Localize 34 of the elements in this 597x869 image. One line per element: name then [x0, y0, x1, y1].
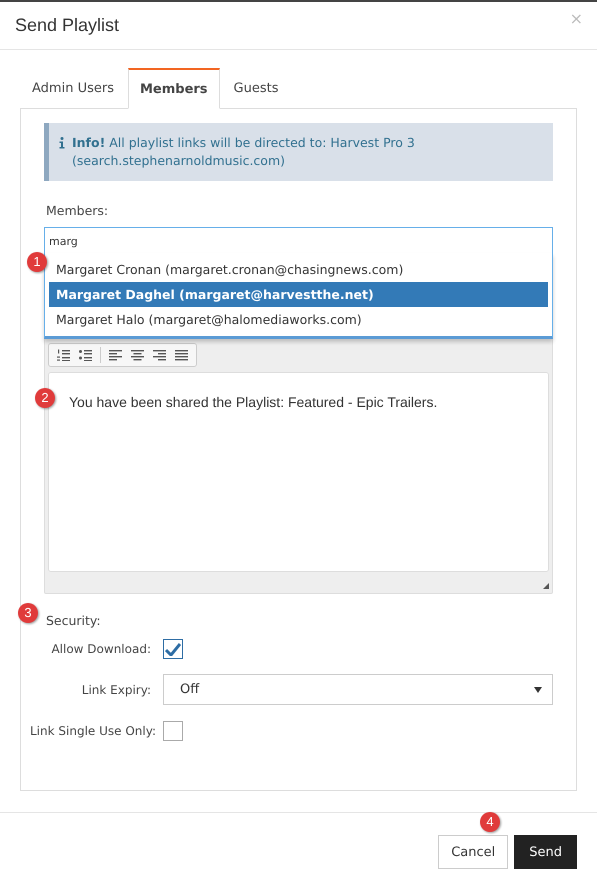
suggestion-item[interactable]: Margaret Halo (margaret@halomediaworks.com) [49, 307, 548, 332]
tab[interactable]: Members [128, 68, 220, 109]
numbered-list-icon [57, 349, 70, 361]
callout-badge: 1 [27, 252, 47, 272]
info-icon [59, 137, 65, 149]
field-label: Members: [46, 203, 110, 218]
suggestion-item[interactable]: Margaret Cronan (margaret.cronan@chasingnews.com) [49, 257, 548, 282]
checkbox[interactable] [163, 639, 183, 659]
send-button[interactable]: Send [514, 835, 577, 869]
dropdown-caret-icon [534, 686, 542, 692]
bullet-list-icon [79, 349, 92, 361]
suggestion-item[interactable]: Margaret Daghel (margaret@harvestthe.net) [49, 282, 548, 307]
expiry-select[interactable]: Off [163, 674, 553, 705]
align-center-icon [131, 349, 144, 361]
checkbox[interactable] [163, 721, 183, 741]
align-left-icon [109, 349, 122, 361]
callout-badge: 2 [35, 388, 55, 408]
checkmark-icon [165, 642, 181, 656]
callout-badge: 3 [18, 603, 38, 623]
cancel-button[interactable]: Cancel [438, 835, 508, 869]
field-label: Link Expiry: [80, 682, 152, 696]
members-field[interactable]: marg [44, 227, 553, 254]
message-editor[interactable]: You have been shared the Playlist: Featured - Epic Trailers. [48, 372, 549, 572]
tab[interactable]: Guests [222, 68, 291, 109]
align-right-icon [153, 349, 166, 361]
callout-badge: 4 [480, 812, 500, 832]
dialog-title: Send Playlist [15, 15, 120, 36]
justify-icon [175, 349, 188, 361]
section-label: Security: [46, 613, 102, 628]
tab[interactable]: Admin Users [20, 68, 126, 109]
resize-grip-icon [543, 583, 549, 589]
info-message: Info! All playlist links will be directed to: Harvest Pro 3 (search.stephenarnoldmusic.com) [72, 134, 416, 170]
field-label: Link Single Use Only: [30, 724, 157, 738]
field-label: Allow Download: [50, 642, 152, 656]
